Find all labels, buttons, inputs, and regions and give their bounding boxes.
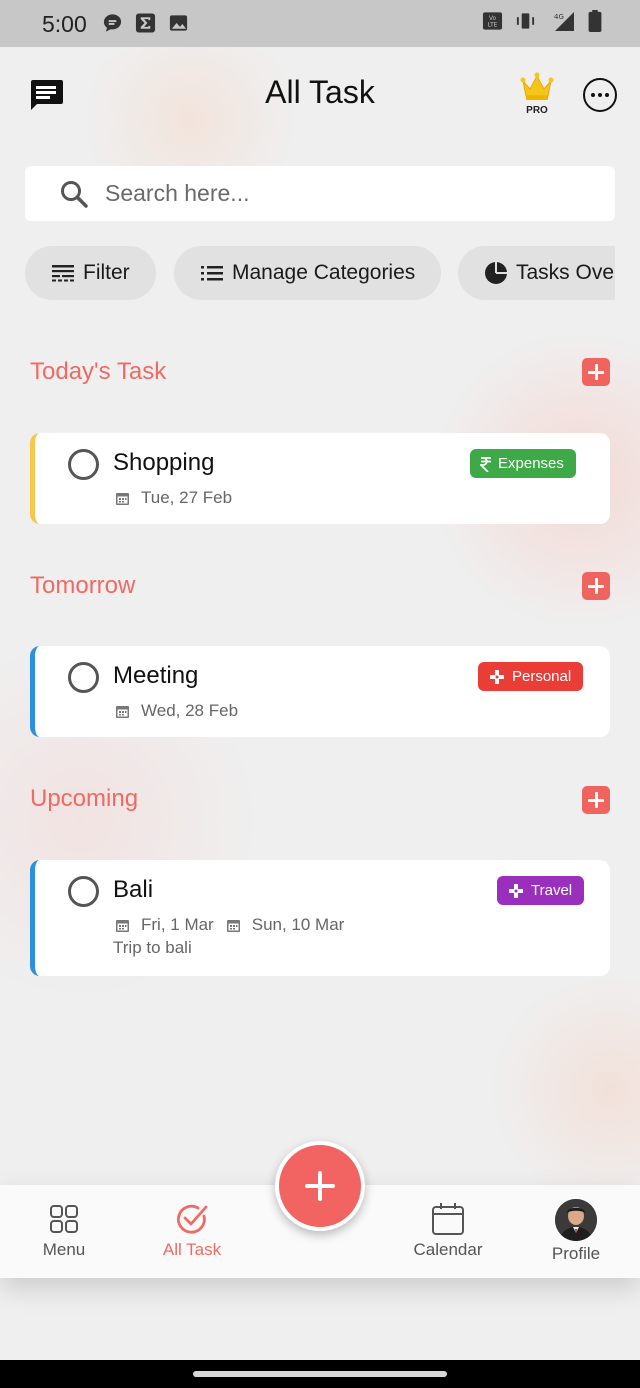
section-title-tomorrow: Tomorrow (30, 572, 136, 599)
task-checkbox[interactable] (68, 876, 99, 907)
nav-item-all-task[interactable]: All Task (128, 1185, 256, 1278)
more-icon[interactable] (583, 78, 617, 112)
tasks-overview-label: Tasks Ove (516, 261, 615, 284)
sigma-icon (135, 13, 156, 33)
task-checkbox[interactable] (68, 449, 99, 480)
calendar-icon (116, 919, 129, 932)
section-title-upcoming: Upcoming (30, 785, 139, 812)
gamepad-icon (509, 883, 523, 898)
nav-label-profile: Profile (551, 1244, 601, 1263)
calendar-icon (226, 919, 240, 932)
pro-button[interactable]: PRO (519, 72, 555, 118)
manage-categories-label: Manage Categories (232, 261, 416, 284)
search-icon (61, 180, 88, 208)
task-title: Bali (113, 876, 154, 903)
tag-label: Travel (531, 882, 573, 899)
nav-item-calendar[interactable]: Calendar (384, 1185, 512, 1278)
chat-bubble-icon (103, 14, 122, 32)
nav-label-calendar: Calendar (413, 1240, 483, 1259)
status-bar: 5:00 Vo LTE 4G (0, 0, 640, 47)
gamepad-icon (490, 669, 504, 684)
nav-label-all-task: All Task (162, 1240, 222, 1259)
task-title: Meeting (113, 662, 199, 689)
task-card[interactable]: Shopping Tue, 27 Feb Expenses (30, 433, 610, 524)
status-time: 5:00 (42, 11, 87, 37)
task-date: Tue, 27 Feb (141, 488, 233, 507)
task-title: Shopping (113, 449, 215, 476)
svg-text:LTE: LTE (488, 23, 498, 29)
filter-chip[interactable]: Filter (25, 246, 156, 300)
filter-icon (52, 265, 74, 282)
task-note: Trip to bali (113, 938, 192, 957)
task-date-row: Fri, 1 Mar Sun, 10 Mar (115, 915, 344, 935)
rupee-icon (480, 456, 491, 472)
image-icon (169, 15, 188, 31)
nav-item-menu[interactable]: Menu (0, 1185, 128, 1278)
task-end-date: Sun, 10 Mar (251, 915, 345, 934)
search-input[interactable]: Search here... (25, 166, 615, 221)
tasks-overview-chip[interactable]: Tasks Ove (458, 246, 615, 300)
crown-icon (520, 72, 554, 100)
calendar-icon (116, 492, 129, 505)
grid-icon (50, 1205, 78, 1233)
home-indicator[interactable] (193, 1371, 447, 1377)
task-card[interactable]: Bali Fri, 1 Mar Sun, 10 Mar Trip to bali… (30, 860, 610, 976)
search-placeholder: Search here... (105, 180, 250, 206)
tag-label: Expenses (498, 455, 564, 472)
chip-bar: Filter Manage Categories Tasks Ove (25, 246, 615, 300)
task-date: Wed, 28 Feb (141, 701, 239, 720)
svg-text:4G: 4G (554, 13, 564, 21)
filter-label: Filter (83, 261, 130, 284)
battery-icon (588, 10, 602, 32)
vibrate-icon (516, 13, 535, 29)
task-date-row: Wed, 28 Feb (115, 701, 238, 721)
task-checkbox[interactable] (68, 662, 99, 693)
calendar-icon (116, 705, 129, 718)
task-date-row: Tue, 27 Feb (115, 488, 232, 508)
category-tag-travel[interactable]: Travel (497, 876, 585, 905)
add-task-today-button[interactable] (582, 358, 610, 386)
volte-icon: VoLTE (482, 12, 503, 30)
section-title-today: Today's Task (30, 358, 167, 385)
check-circle-icon (177, 1204, 208, 1234)
task-card[interactable]: Meeting Wed, 28 Feb Personal (30, 646, 610, 737)
manage-categories-chip[interactable]: Manage Categories (174, 246, 441, 300)
add-task-upcoming-button[interactable] (582, 786, 610, 814)
signal-4g-icon: 4G (554, 12, 574, 31)
pie-chart-icon (485, 262, 507, 284)
calendar-icon (432, 1203, 464, 1235)
nav-label-menu: Menu (42, 1240, 86, 1259)
avatar (555, 1199, 597, 1241)
category-tag-expenses[interactable]: Expenses (470, 449, 576, 478)
add-task-fab[interactable] (275, 1141, 365, 1231)
list-icon (201, 266, 223, 281)
tag-label: Personal (512, 668, 572, 685)
add-task-tomorrow-button[interactable] (582, 572, 610, 600)
pro-label: PRO (526, 105, 548, 116)
category-tag-personal[interactable]: Personal (478, 662, 584, 691)
nav-item-profile[interactable]: Profile (512, 1185, 640, 1278)
svg-text:Vo: Vo (489, 16, 496, 22)
task-start-date: Fri, 1 Mar (141, 915, 214, 934)
